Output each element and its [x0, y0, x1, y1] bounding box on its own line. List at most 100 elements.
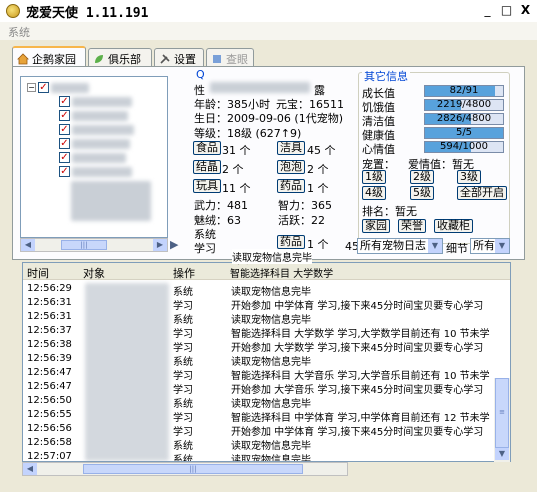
log-op: 学习	[173, 301, 193, 312]
log-row[interactable]: 12:56:58 系统 读取宠物信息完毕	[23, 437, 510, 452]
log-vscrollbar[interactable]: ≡ ▼	[494, 378, 510, 462]
log-time: 12:56:50	[27, 395, 72, 406]
level4-button[interactable]: 4级	[362, 186, 386, 200]
log-row[interactable]: 12:56:31 学习 开始参加 中学体育 学习,接下来45分时间宝贝要专心学习	[23, 297, 510, 312]
minimize-button[interactable]: _	[480, 3, 495, 18]
crystal-button[interactable]: 结晶	[193, 160, 221, 174]
medicine-count: 1 个	[307, 182, 329, 195]
log-row[interactable]: 12:57:07 系统 读取宠物信息完毕	[23, 451, 510, 462]
log-op: 系统	[173, 441, 193, 452]
tree-item[interactable]: ✓	[59, 123, 134, 136]
checkbox[interactable]: ✓	[59, 124, 70, 135]
open-all-button[interactable]: 全部开启	[457, 186, 507, 200]
food-button[interactable]: 食品	[193, 141, 221, 155]
title-bar[interactable]: 宠爱天使 1.11.191 _ □ X	[0, 0, 537, 22]
window-title: 宠爱天使 1.11.191	[26, 5, 149, 21]
level1-button[interactable]: 1级	[362, 170, 386, 184]
tab-view[interactable]: 查眼	[206, 48, 254, 66]
close-button[interactable]: X	[518, 3, 533, 18]
log-row[interactable]: 12:56:31 系统 读取宠物信息完毕	[23, 311, 510, 326]
log-row[interactable]: 12:56:37 学习 智能选择科目 大学数学 学习,大学数学目前还有 10 节未学	[23, 325, 510, 340]
log-message: 智能选择科目 大学数学 学习,大学数学目前还有 10 节未学	[231, 329, 490, 340]
growth-value: 82/91	[449, 85, 479, 96]
log-row[interactable]: 12:56:56 学习 开始参加 中学体育 学习,接下来45分时间宝贝要专心学习	[23, 423, 510, 438]
collapse-icon[interactable]: −	[27, 83, 36, 92]
checkbox[interactable]: ✓	[59, 96, 70, 107]
scroll-thumb[interactable]: |||	[83, 464, 303, 474]
checkbox[interactable]: ✓	[59, 138, 70, 149]
log-time: 12:56:29	[27, 283, 72, 294]
checkbox[interactable]: ✓	[59, 152, 70, 163]
log-row[interactable]: 12:56:29 系统 读取宠物信息完毕	[23, 283, 510, 298]
intellect-text: 智力：365	[278, 199, 332, 212]
clean-tool-button[interactable]: 洁具	[277, 141, 305, 155]
paint-icon	[213, 54, 221, 63]
tree-expand-arrow-icon[interactable]: ▶	[170, 238, 178, 251]
scroll-right-icon[interactable]: ▶	[153, 239, 167, 251]
redacted-name	[72, 96, 132, 107]
detail-filter-select[interactable]: 所有 ▼	[470, 238, 510, 254]
tree-item[interactable]: ✓	[59, 137, 130, 150]
log-op: 学习	[173, 371, 193, 382]
redacted-name	[72, 138, 130, 149]
log-hscrollbar[interactable]: ◀ |||	[22, 462, 348, 476]
hunger-value: 2219/4800	[436, 99, 492, 110]
scroll-left-icon[interactable]: ◀	[21, 239, 35, 251]
food-count: 31 个	[222, 144, 251, 157]
log-op: 系统	[173, 455, 193, 462]
log-row[interactable]: 12:56:47 学习 开始参加 大学音乐 学习,接下来45分时间宝贝要专心学习	[23, 381, 510, 396]
home-button[interactable]: 家园	[362, 219, 390, 233]
chevron-down-icon[interactable]: ▼	[428, 239, 442, 253]
log-list[interactable]: 时间 对象 操作 详细 12:56:29系统读取宠物信息完毕12:56:31学习…	[22, 262, 511, 462]
clean-bar: 2826/4800	[424, 113, 504, 125]
toy-button[interactable]: 玩具	[193, 179, 221, 193]
checkbox[interactable]: ✓	[59, 166, 70, 177]
level5-button[interactable]: 5级	[410, 186, 434, 200]
tree-item[interactable]: ✓	[59, 95, 132, 108]
tree-hscrollbar[interactable]: ◀ ||| ▶	[20, 238, 168, 252]
scroll-down-icon[interactable]: ▼	[495, 448, 509, 460]
tree-root[interactable]: − ✓	[27, 81, 89, 94]
pet-info-title: Q	[196, 68, 205, 81]
log-time: 12:56:47	[27, 381, 72, 392]
hunger-bar: 2219/4800	[424, 99, 504, 111]
toy-count: 11 个	[222, 182, 251, 195]
scroll-thumb[interactable]: |||	[61, 240, 107, 250]
header-target[interactable]: 对象	[83, 265, 105, 281]
tree-item[interactable]: ✓	[59, 109, 128, 122]
log-row[interactable]: 12:56:55 学习 智能选择科目 中学体育 学习,中学体育目前还有 12 节未学	[23, 409, 510, 424]
level3-button[interactable]: 3级	[457, 170, 481, 184]
health-value: 5/5	[455, 127, 473, 138]
checkbox[interactable]: ✓	[38, 82, 49, 93]
log-filter-select[interactable]: 所有宠物日志 ▼	[357, 238, 443, 254]
level2-button[interactable]: 2级	[410, 170, 434, 184]
level-text: 等级：18级 (627↑9)	[194, 127, 302, 140]
medicine-button[interactable]: 药品	[277, 179, 305, 193]
pet-tree[interactable]: − ✓ ✓ ✓ ✓ ✓ ✓ ✓	[20, 76, 168, 238]
header-time[interactable]: 时间	[27, 265, 49, 281]
bubble-button[interactable]: 泡泡	[277, 160, 305, 174]
scroll-thumb[interactable]: ≡	[495, 378, 509, 448]
tree-item[interactable]: ✓	[59, 151, 126, 164]
tree-item[interactable]: ✓	[59, 165, 132, 178]
tab-club[interactable]: 俱乐部	[88, 48, 152, 66]
log-message: 读取宠物信息完毕	[231, 287, 311, 298]
tab-penguin-home[interactable]: 企鹅家园	[12, 46, 86, 67]
maximize-button[interactable]: □	[499, 3, 514, 18]
tab-settings[interactable]: 设置	[154, 48, 204, 66]
menu-system[interactable]: 系统	[8, 24, 30, 40]
log-message: 读取宠物信息完毕	[231, 455, 311, 462]
log-time: 12:56:39	[27, 353, 72, 364]
log-op: 学习	[173, 427, 193, 438]
scroll-left-icon[interactable]: ◀	[23, 463, 37, 475]
header-op[interactable]: 操作	[173, 265, 195, 281]
log-row[interactable]: 12:56:38 学习 开始参加 大学数学 学习,接下来45分时间宝贝要专心学习	[23, 339, 510, 354]
honor-button[interactable]: 荣誉	[398, 219, 426, 233]
log-row[interactable]: 12:56:39 系统 读取宠物信息完毕	[23, 353, 510, 368]
medicine2-button[interactable]: 药品	[277, 235, 305, 249]
collection-button[interactable]: 收藏柜	[434, 219, 473, 233]
chevron-down-icon[interactable]: ▼	[495, 239, 509, 253]
checkbox[interactable]: ✓	[59, 110, 70, 121]
log-row[interactable]: 12:56:50 系统 读取宠物信息完毕	[23, 395, 510, 410]
log-row[interactable]: 12:56:47 学习 智能选择科目 大学音乐 学习,大学音乐目前还有 10 节未学	[23, 367, 510, 382]
